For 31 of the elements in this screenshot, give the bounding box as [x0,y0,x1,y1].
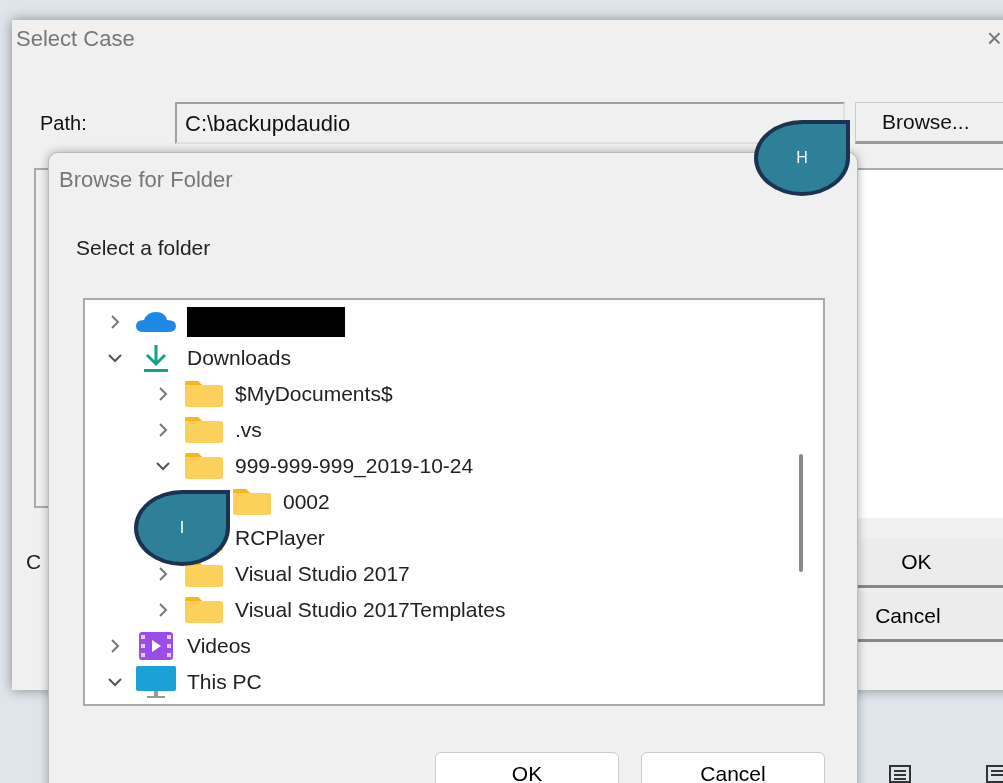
tree-item[interactable]: Videos [187,629,251,662]
folder-icon [184,595,224,624]
browse-button[interactable]: Browse... [855,102,1003,144]
prompt-text: Select a folder [76,235,212,261]
film-icon [138,630,174,661]
tree-item[interactable]: Downloads [187,341,291,374]
folder-icon [232,487,272,516]
ok-button[interactable]: OK [435,751,619,783]
partial-label: C [26,549,42,575]
list-view-icon[interactable] [985,764,1003,783]
folder-icon [184,451,224,480]
tree-item[interactable]: 0002 [283,485,330,518]
tree-item[interactable]: RCPlayer [235,521,325,554]
tree-item[interactable]: This PC [187,665,262,698]
tree-item[interactable]: Visual Studio 2017 [235,557,410,590]
path-label: Path: [40,111,88,136]
tree-item[interactable]: Visual Studio 2017Templates [235,593,506,626]
tree-item[interactable]: 999-999-999_2019-10-24 [235,449,474,482]
close-button[interactable]: × [986,25,1002,51]
path-field[interactable]: C:\backupdaudio [175,102,845,144]
monitor-icon [135,664,177,699]
list-view-icon[interactable] [888,764,912,783]
tree-item[interactable]: .vs [235,413,262,446]
cloud-icon [134,309,178,334]
scrollbar-thumb[interactable] [799,453,803,572]
folder-icon [184,379,224,408]
window-title: Select Case [16,24,135,53]
cancel-button[interactable]: Cancel [641,751,825,783]
dialog-title: Browse for Folder [59,166,234,194]
tree-item[interactable]: $MyDocuments$ [235,377,393,410]
folder-icon [184,415,224,444]
